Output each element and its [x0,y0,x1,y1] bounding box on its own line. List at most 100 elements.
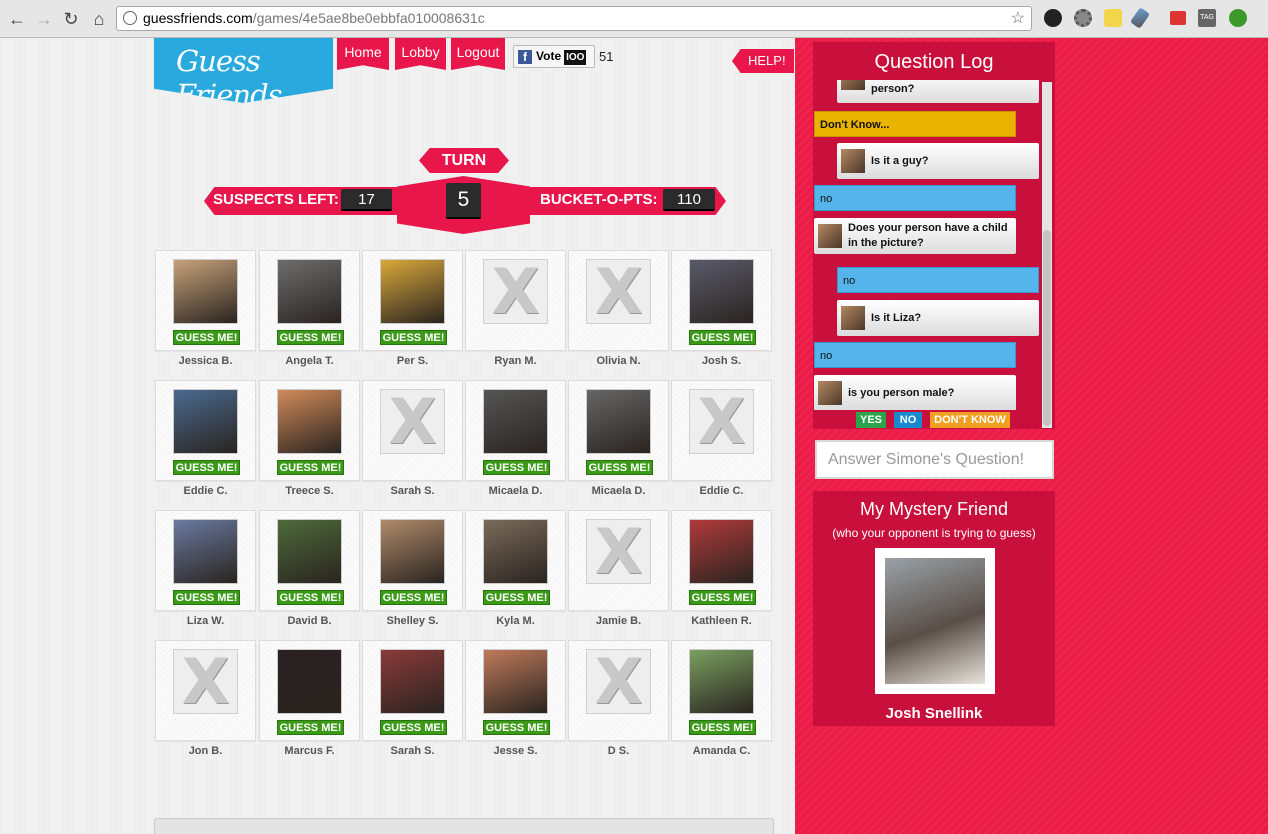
question-text: Does your person have a child in the pic… [848,222,1008,249]
guess-me-button[interactable]: GUESS ME! [380,720,447,735]
guess-me-button[interactable]: GUESS ME! [689,330,756,345]
guess-me-button[interactable]: GUESS ME! [277,590,344,605]
suspect-name: David B. [287,615,332,627]
answer-message: no [814,185,1016,211]
suspect-photo [277,519,342,584]
guess-me-button[interactable]: GUESS ME! [173,460,240,475]
eliminated-x-icon: X [380,389,445,454]
suspect-photo [173,259,238,324]
suspect-name: Jesse S. [493,745,538,757]
question-text: person? [871,83,915,95]
suspect-card[interactable]: GUESS ME! [465,640,566,741]
mystery-name: Josh Snellink [885,705,983,722]
suspect-card[interactable]: GUESS ME! [259,510,360,611]
guess-me-button[interactable]: GUESS ME! [277,720,344,735]
suspect-name: Amanda C. [692,745,751,757]
suspect-card[interactable]: GUESS ME! [362,510,463,611]
forward-arrow-icon[interactable]: → [33,8,55,30]
guess-me-button[interactable]: GUESS ME! [277,330,344,345]
address-bar[interactable]: guessfriends.com/games/4e5ae8be0ebbfa010… [116,6,1032,31]
guess-me-button[interactable]: GUESS ME! [483,720,550,735]
eliminated-x-icon: X [586,649,651,714]
suspect-photo [689,649,754,714]
dont-know-button[interactable]: DON'T KNOW [930,412,1010,428]
guess-me-button[interactable]: GUESS ME! [380,330,447,345]
help-button[interactable]: HELP! [732,49,794,73]
github-icon[interactable] [1044,9,1062,27]
suspect-card[interactable]: GUESS ME! [671,640,772,741]
suspect-photo [689,259,754,324]
suspect-photo [483,389,548,454]
suspect-card[interactable]: GUESS ME! [362,250,463,351]
suspect-name: Jessica B. [178,355,233,367]
suspect-card[interactable]: GUESS ME! [155,510,256,611]
suspect-card[interactable]: GUESS ME! [568,380,669,481]
asker-avatar [818,381,842,405]
suspect-card[interactable]: X [671,380,772,481]
reload-icon[interactable]: ↻ [60,8,82,30]
back-arrow-icon[interactable]: ← [6,8,28,30]
suspect-card[interactable]: GUESS ME! [465,510,566,611]
yes-button[interactable]: YES [856,412,886,428]
answer-input[interactable]: Answer Simone's Question! [815,440,1054,479]
vote-button[interactable]: f Vote IOO [513,45,595,68]
shield-icon[interactable] [1229,9,1247,27]
suspect-card[interactable]: X [465,250,566,351]
x-mark-icon: X [491,254,540,328]
settings-icon[interactable] [1074,9,1092,27]
clip-icon[interactable] [1170,11,1186,25]
notes-icon[interactable] [1104,9,1122,27]
guess-me-button[interactable]: GUESS ME! [277,460,344,475]
suspect-name: Josh S. [701,355,742,367]
guess-me-button[interactable]: GUESS ME! [586,460,653,475]
suspect-card[interactable]: GUESS ME! [362,640,463,741]
guess-me-button[interactable]: GUESS ME! [173,590,240,605]
suspect-card[interactable]: GUESS ME! [465,380,566,481]
suspect-name: Treece S. [285,485,334,497]
suspect-name: Shelley S. [386,615,439,627]
suspect-photo [689,519,754,584]
turn-label: TURN [419,148,509,173]
eliminated-x-icon: X [483,259,548,324]
x-mark-icon: X [697,384,746,458]
home-icon[interactable]: ⌂ [88,8,110,30]
suspect-card[interactable]: X [155,640,256,741]
suspect-card[interactable]: X [568,640,669,741]
guess-me-button[interactable]: GUESS ME! [483,590,550,605]
suspect-card[interactable]: X [568,510,669,611]
question-message: Does your person have a child in the pic… [814,218,1016,254]
nav-lobby[interactable]: Lobby [395,38,446,70]
suspect-card[interactable]: X [362,380,463,481]
eliminated-x-icon: X [689,389,754,454]
x-mark-icon: X [388,384,437,458]
suspect-card[interactable]: GUESS ME! [259,250,360,351]
suspects-left-count: 17 [341,189,392,211]
suspect-card[interactable]: GUESS ME! [671,510,772,611]
guess-me-button[interactable]: GUESS ME! [173,330,240,345]
suspect-photo [380,649,445,714]
answer-message: Don't Know... [814,111,1016,137]
bookmark-star-icon[interactable]: ☆ [1011,7,1025,30]
suspect-card[interactable]: GUESS ME! [155,250,256,351]
suspect-card[interactable]: GUESS ME! [671,250,772,351]
suspect-photo [380,259,445,324]
guess-me-button[interactable]: GUESS ME! [689,720,756,735]
guess-me-button[interactable]: GUESS ME! [380,590,447,605]
suspect-card[interactable]: GUESS ME! [259,380,360,481]
dropper-icon[interactable] [1129,7,1151,29]
nav-home[interactable]: Home [337,38,389,70]
suspect-name: Micaela D. [591,485,646,497]
suspect-name: Micaela D. [488,485,543,497]
tag-icon[interactable]: TAG [1198,9,1216,27]
suspect-card[interactable]: GUESS ME! [155,380,256,481]
suspect-card[interactable]: X [568,250,669,351]
turn-number: 5 [446,183,481,219]
suspect-photo [277,389,342,454]
guess-me-button[interactable]: GUESS ME! [689,590,756,605]
suspect-photo [277,649,342,714]
suspect-card[interactable]: GUESS ME! [259,640,360,741]
nav-logout[interactable]: Logout [451,38,505,70]
guess-me-button[interactable]: GUESS ME! [483,460,550,475]
no-button[interactable]: NO [894,412,922,428]
question-log-scroll-thumb[interactable] [1043,230,1051,426]
